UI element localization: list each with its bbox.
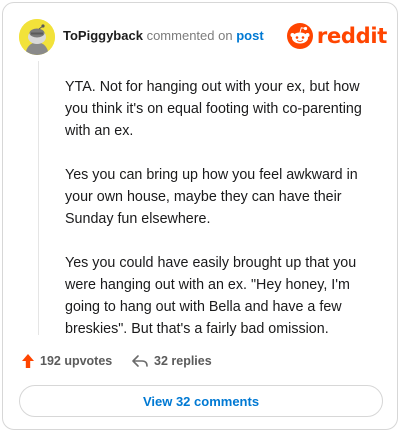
reddit-brand[interactable]: reddit (286, 22, 387, 50)
snoo-avatar-icon[interactable] (19, 19, 55, 55)
comment-card: ToPiggyback commented on post reddit YTA… (2, 2, 398, 430)
comment-body: YTA. Not for hanging out with your ex, b… (65, 76, 377, 362)
author-name[interactable]: ToPiggyback (63, 28, 143, 43)
comment-footer: 192 upvotes 32 replies (21, 349, 381, 373)
comment-byline: ToPiggyback commented on post (63, 28, 264, 44)
reddit-logo-icon (286, 23, 313, 49)
replies-button[interactable]: 32 replies (131, 349, 212, 373)
comment-paragraph: YTA. Not for hanging out with your ex, b… (65, 79, 362, 139)
upvote-arrow-icon (22, 354, 34, 368)
comment-paragraph: Yes you could have easily brought up tha… (65, 255, 357, 337)
byline-action: commented on (146, 28, 233, 43)
upvote-button[interactable]: 192 upvotes (21, 349, 112, 373)
reply-arrow-icon (132, 355, 148, 367)
reddit-wordmark: reddit (316, 24, 387, 48)
upvote-count: 192 upvotes (40, 354, 113, 368)
thread-line (38, 61, 39, 335)
replies-count: 32 replies (154, 354, 212, 368)
post-link[interactable]: post (236, 28, 263, 43)
comment-paragraph: Yes you can bring up how you feel awkwar… (65, 167, 358, 227)
view-comments-button[interactable]: View 32 comments (19, 385, 383, 417)
comment-header: ToPiggyback commented on post reddit (17, 17, 387, 57)
